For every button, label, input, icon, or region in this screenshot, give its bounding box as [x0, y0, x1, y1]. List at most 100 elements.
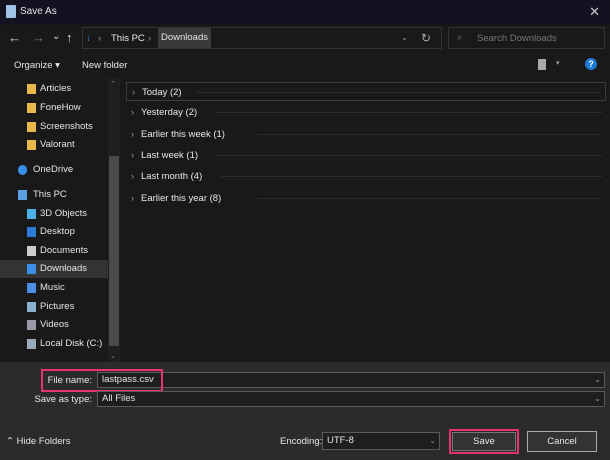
group-header[interactable]: › Today (2) — [126, 82, 606, 101]
group-divider — [215, 112, 602, 114]
sidebar-item-label: FoneHow — [40, 102, 81, 113]
breadcrumb-this-pc[interactable]: This PC — [111, 33, 145, 44]
toolbar: Organize ▾ New folder ▾ ? — [0, 53, 610, 77]
recent-locations-button[interactable]: ⌄ — [52, 31, 60, 42]
sidebar-item-label: Downloads — [40, 263, 87, 274]
sidebar-item-label: Articles — [40, 83, 72, 94]
sidebar-item[interactable]: Desktop — [0, 223, 108, 241]
group-label: Last month (4) — [141, 171, 203, 183]
encoding-label: Encoding: — [280, 436, 323, 447]
cube-icon — [27, 209, 36, 219]
search-input[interactable]: ⌕ Search Downloads — [448, 27, 605, 49]
group-divider — [215, 154, 602, 156]
videos-icon — [27, 320, 36, 330]
address-bar[interactable]: ↓ › This PC › Downloads ⌄ ↻ — [82, 27, 442, 49]
group-divider — [195, 92, 601, 93]
breadcrumb-separator: › — [148, 33, 152, 44]
sidebar-item[interactable]: Documents — [0, 242, 108, 260]
organize-button[interactable]: Organize ▾ — [14, 60, 60, 71]
desktop-icon — [27, 227, 36, 237]
sidebar-item[interactable]: Valorant — [0, 136, 108, 154]
group-label: Yesterday (2) — [141, 107, 198, 119]
file-name-input[interactable]: lastpass.csv ⌄ — [97, 372, 605, 388]
sidebar-item-label: Music — [40, 282, 65, 293]
save-form-panel: File name: lastpass.csv ⌄ Save as type: … — [0, 362, 610, 460]
group-divider — [257, 197, 602, 199]
group-header[interactable]: › Yesterday (2) — [126, 103, 606, 122]
title-bar: Save As ✕ — [0, 0, 610, 25]
cloud-icon — [18, 165, 27, 175]
chevron-right-icon: › — [131, 192, 135, 204]
sidebar-scrollbar[interactable]: ⌃ ⌄ — [108, 78, 120, 362]
chevron-right-icon: › — [131, 128, 135, 140]
music-icon — [27, 283, 36, 293]
chevron-down-icon[interactable]: ⌄ — [429, 433, 436, 449]
sidebar-item[interactable]: OneDrive — [0, 161, 108, 179]
save-as-type-select[interactable]: All Files ⌄ — [97, 391, 605, 407]
help-icon[interactable]: ? — [585, 58, 597, 70]
sidebar-item[interactable]: Music — [0, 279, 108, 297]
sidebar-item[interactable]: Pictures — [0, 298, 108, 316]
scroll-down-icon[interactable]: ⌄ — [110, 352, 116, 360]
group-header[interactable]: › Last month (4) — [126, 167, 606, 186]
group-header[interactable]: › Earlier this week (1) — [126, 125, 606, 144]
view-options-icon[interactable] — [538, 59, 546, 70]
pictures-icon — [27, 302, 36, 312]
up-button[interactable]: ↑ — [66, 30, 73, 45]
address-dropdown-icon[interactable]: ⌄ — [401, 33, 408, 42]
sidebar-item[interactable]: Local Disk (C:) — [0, 335, 108, 353]
new-folder-button[interactable]: New folder — [82, 60, 127, 71]
computer-icon — [18, 190, 27, 200]
chevron-down-icon[interactable]: ⌄ — [594, 392, 601, 406]
sidebar-item[interactable]: FoneHow — [0, 99, 108, 117]
sidebar-item-label: Videos — [40, 319, 69, 330]
highlight-file-name — [41, 369, 163, 392]
scrollbar-thumb[interactable] — [109, 156, 119, 346]
sidebar-item[interactable]: This PC — [0, 186, 108, 204]
chevron-down-icon[interactable]: ⌄ — [594, 373, 601, 387]
sidebar-item[interactable]: Articles — [0, 80, 108, 98]
cancel-button[interactable]: Cancel — [527, 431, 597, 452]
disk-icon — [27, 339, 36, 349]
forward-button[interactable]: → — [32, 30, 45, 45]
group-label: Last week (1) — [141, 149, 199, 161]
sidebar-item-label: Pictures — [40, 301, 75, 312]
sidebar-item[interactable]: Downloads — [0, 260, 108, 278]
chevron-right-icon: › — [132, 87, 136, 98]
save-as-type-value: All Files — [102, 393, 136, 404]
group-label: Earlier this year (8) — [141, 192, 222, 204]
highlight-save — [449, 429, 519, 454]
group-header[interactable]: › Earlier this year (8) — [126, 189, 606, 208]
document-icon — [27, 246, 36, 256]
sidebar-item[interactable]: Screenshots — [0, 118, 108, 136]
encoding-value: UTF-8 — [327, 435, 354, 446]
view-dropdown-icon[interactable]: ▾ — [556, 59, 560, 67]
folder-icon — [27, 84, 36, 94]
sidebar-item-label: Desktop — [40, 226, 75, 237]
sidebar-item[interactable]: Videos — [0, 316, 108, 334]
sidebar-item[interactable]: 3D Objects — [0, 205, 108, 223]
navigation-bar: ← → ⌄ ↑ ↓ › This PC › Downloads ⌄ ↻ ⌕ Se… — [0, 25, 610, 53]
hide-folders-button[interactable]: ⌃ Hide Folders — [6, 436, 70, 447]
window-title: Save As — [20, 6, 57, 17]
sidebar-item-label: This PC — [33, 189, 67, 200]
sidebar-item-label: 3D Objects — [40, 208, 87, 219]
group-label: Earlier this week (1) — [141, 128, 225, 140]
encoding-select[interactable]: UTF-8 ⌄ — [322, 432, 440, 450]
refresh-button[interactable]: ↻ — [421, 31, 431, 45]
chevron-right-icon: › — [131, 171, 135, 183]
close-button[interactable]: ✕ — [589, 4, 600, 20]
chevron-right-icon: › — [131, 107, 135, 119]
back-button[interactable]: ← — [8, 30, 21, 45]
chevron-up-icon: ⌃ — [6, 436, 17, 447]
group-divider — [220, 176, 602, 178]
hide-folders-label: Hide Folders — [16, 436, 71, 447]
search-placeholder: Search Downloads — [477, 33, 557, 44]
scroll-up-icon[interactable]: ⌃ — [110, 80, 116, 88]
navigation-pane: Articles FoneHow Screenshots Valorant OneDri… — [0, 78, 122, 362]
sidebar-item-label: Valorant — [40, 139, 75, 150]
group-header[interactable]: › Last week (1) — [126, 146, 606, 165]
search-icon: ⌕ — [457, 32, 463, 43]
sidebar-item-label: OneDrive — [33, 164, 74, 175]
breadcrumb-downloads[interactable]: Downloads — [158, 28, 211, 48]
